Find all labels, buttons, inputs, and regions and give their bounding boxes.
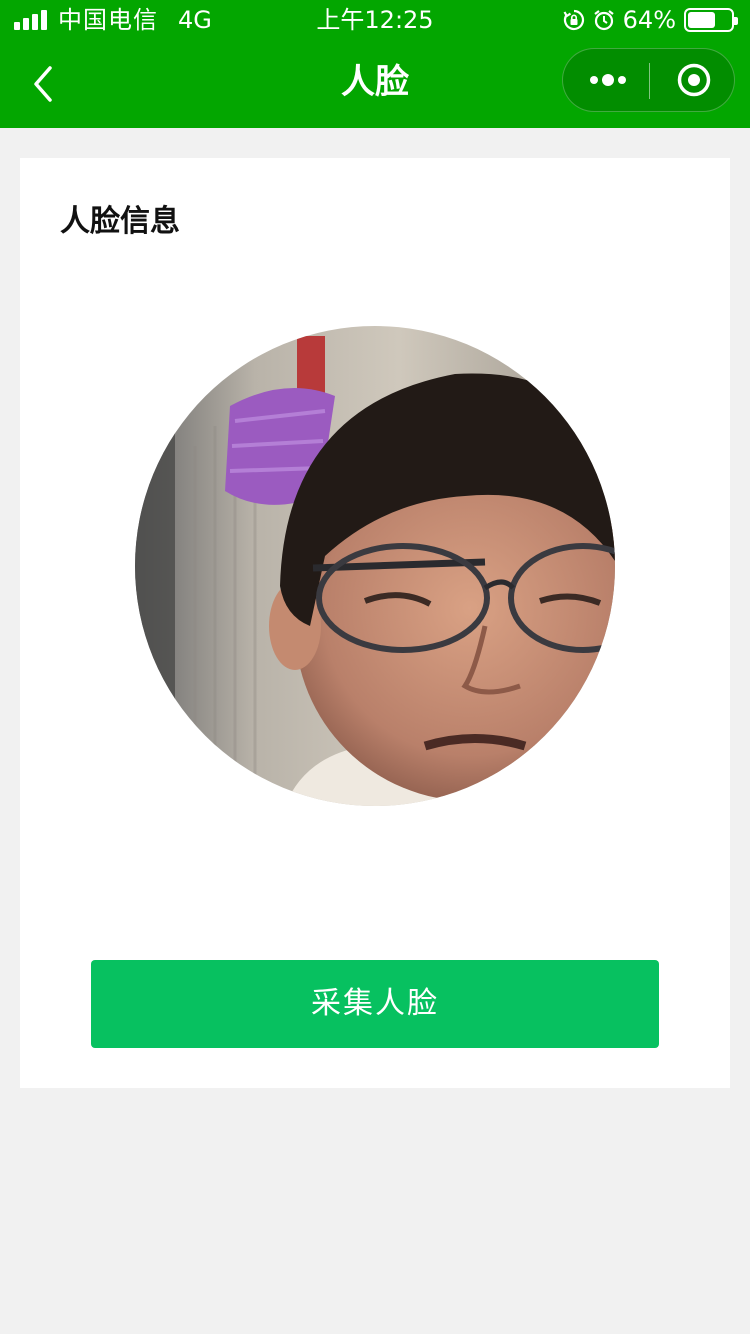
nav-bar: 人脸 xyxy=(0,40,750,128)
battery-percent: 64% xyxy=(622,6,676,34)
more-button[interactable] xyxy=(563,49,649,111)
app-root: 中国电信 4G 上午12:25 64% 人脸 人脸信息 采集人脸 xyxy=(0,0,750,1334)
target-close-icon xyxy=(677,63,711,97)
top-bar: 中国电信 4G 上午12:25 64% 人脸 xyxy=(0,0,750,128)
capture-face-button[interactable]: 采集人脸 xyxy=(91,960,659,1048)
battery-icon xyxy=(684,8,738,32)
face-info-card: 人脸信息 采集人脸 xyxy=(20,158,730,1088)
card-title: 人脸信息 xyxy=(60,204,180,239)
miniprogram-capsule xyxy=(562,48,735,112)
alarm-icon xyxy=(593,9,615,31)
close-miniprogram-button[interactable] xyxy=(650,49,736,111)
more-dots-icon xyxy=(590,74,626,86)
status-bar: 中国电信 4G 上午12:25 64% xyxy=(0,0,750,40)
status-right: 64% xyxy=(563,6,738,34)
face-photo xyxy=(135,326,615,806)
rotation-lock-icon xyxy=(563,9,585,31)
